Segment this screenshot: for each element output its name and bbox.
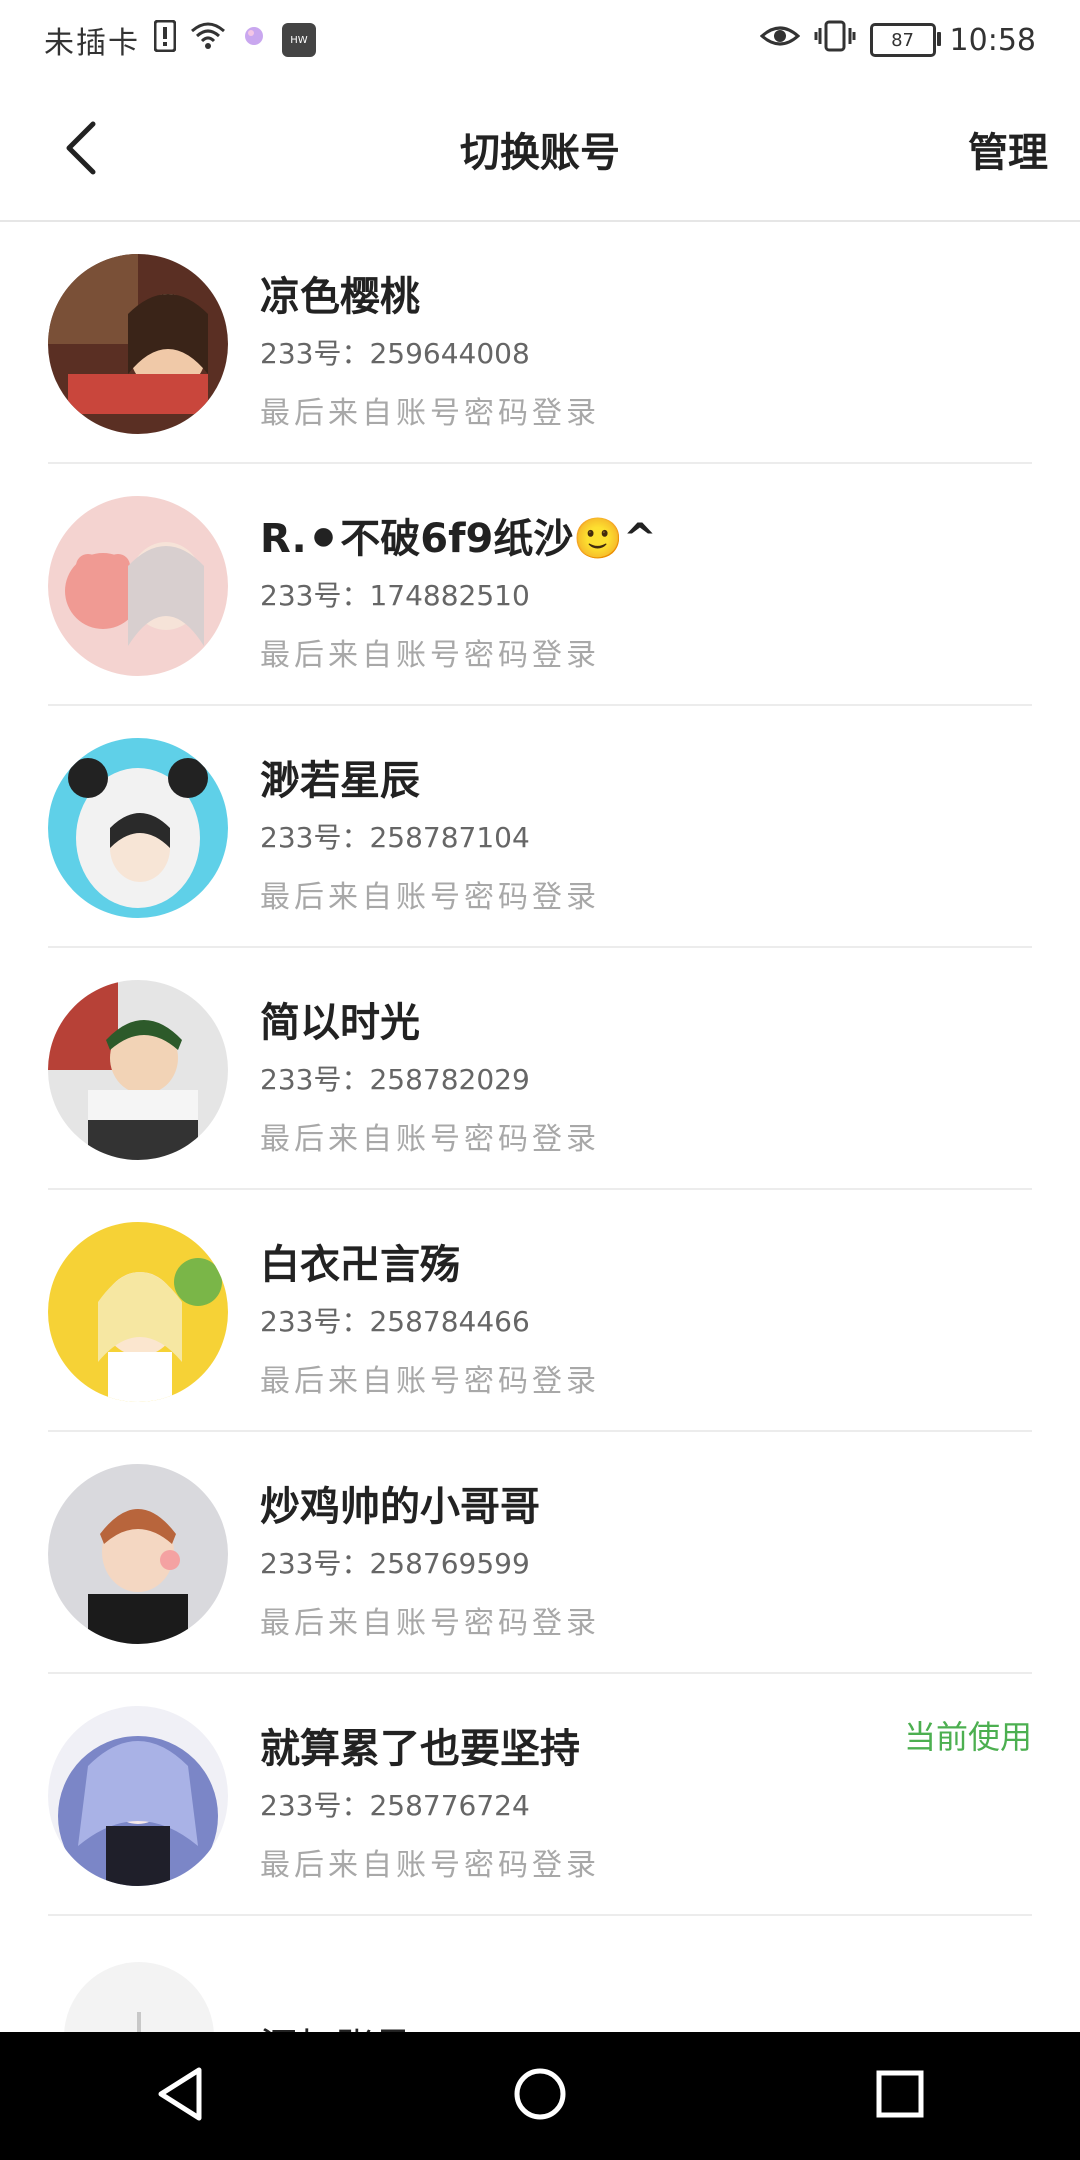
- avatar: [48, 1222, 228, 1402]
- wifi-icon: [190, 21, 226, 59]
- account-id: 233号：258787104: [260, 821, 530, 854]
- account-nickname: 渺若星辰: [260, 758, 420, 804]
- app-notification-icon: [240, 22, 268, 58]
- avatar: [48, 1706, 228, 1886]
- page-title: 切换账号: [460, 130, 620, 176]
- status-right: 87 10:58: [759, 20, 1036, 60]
- account-item[interactable]: 白衣卍言殇 233号：258784466 最后来自账号密码登录: [48, 1190, 1032, 1432]
- account-nickname: 简以时光: [260, 1000, 420, 1046]
- manage-button[interactable]: 管理: [968, 120, 1048, 178]
- avatar: [48, 496, 228, 676]
- last-login-info: 最后来自账号密码登录: [260, 396, 600, 431]
- battery-indicator: 87: [869, 23, 941, 57]
- vibrate-icon: [814, 20, 856, 60]
- account-nickname: 就算累了也要坚持: [260, 1726, 580, 1772]
- eye-comfort-icon: [759, 22, 800, 58]
- circle-home-icon: [512, 2066, 568, 2126]
- avatar: [48, 980, 228, 1160]
- clock: 10:58: [949, 22, 1036, 58]
- avatar: [48, 1464, 228, 1644]
- account-list: 凉色樱桃 233号：259644008 最后来自账号密码登录 R.⚫不破6f9纸…: [0, 222, 1080, 2116]
- app-bar: 切换账号 管理: [0, 80, 1080, 222]
- account-item[interactable]: 炒鸡帅的小哥哥 233号：258769599 最后来自账号密码登录: [48, 1432, 1032, 1674]
- account-item[interactable]: R.⚫不破6f9纸沙🙂^ 233号：174882510 最后来自账号密码登录: [48, 464, 1032, 706]
- account-nickname: 白衣卍言殇: [260, 1242, 460, 1288]
- account-item[interactable]: 就算累了也要坚持 233号：258776724 最后来自账号密码登录 当前使用: [48, 1674, 1032, 1916]
- last-login-info: 最后来自账号密码登录: [260, 1122, 600, 1157]
- current-account-badge: 当前使用: [903, 1718, 1032, 1756]
- last-login-info: 最后来自账号密码登录: [260, 1364, 600, 1399]
- nav-recent-button[interactable]: [860, 2056, 940, 2136]
- last-login-info: 最后来自账号密码登录: [260, 1606, 600, 1641]
- account-item[interactable]: 凉色樱桃 233号：259644008 最后来自账号密码登录: [48, 222, 1032, 464]
- carrier-text: 未插卡: [44, 26, 140, 61]
- status-bar: 未插卡 HW 87 10:58: [0, 0, 1080, 80]
- account-nickname: 炒鸡帅的小哥哥: [260, 1484, 540, 1530]
- last-login-info: 最后来自账号密码登录: [260, 880, 600, 915]
- account-item[interactable]: 简以时光 233号：258782029 最后来自账号密码登录: [48, 948, 1032, 1190]
- status-left: 未插卡 HW: [44, 18, 316, 62]
- account-id: 233号：258784466: [260, 1305, 530, 1338]
- account-id: 233号：258769599: [260, 1547, 530, 1580]
- account-id: 233号：174882510: [260, 579, 530, 612]
- account-item[interactable]: 渺若星辰 233号：258787104 最后来自账号密码登录: [48, 706, 1032, 948]
- last-login-info: 最后来自账号密码登录: [260, 1848, 600, 1883]
- square-recent-icon: [875, 2069, 925, 2123]
- account-nickname: 凉色樱桃: [260, 274, 420, 320]
- account-id: 233号：259644008: [260, 337, 530, 370]
- account-id: 233号：258782029: [260, 1063, 530, 1096]
- nav-back-button[interactable]: [140, 2056, 220, 2136]
- account-switch-screen: 未插卡 HW 87 10:58 切换账号 管理 凉色樱桃 233号：259644…: [0, 0, 1080, 2160]
- last-login-info: 最后来自账号密码登录: [260, 638, 600, 673]
- sim-alert-icon: [153, 19, 177, 60]
- avatar: [48, 738, 228, 918]
- system-nav-bar: [0, 2032, 1080, 2160]
- huawei-store-icon: HW: [282, 23, 316, 57]
- triangle-back-icon: [155, 2066, 205, 2126]
- account-nickname: R.⚫不破6f9纸沙🙂^: [260, 516, 657, 562]
- avatar: [48, 254, 228, 434]
- nav-home-button[interactable]: [500, 2056, 580, 2136]
- account-id: 233号：258776724: [260, 1789, 530, 1822]
